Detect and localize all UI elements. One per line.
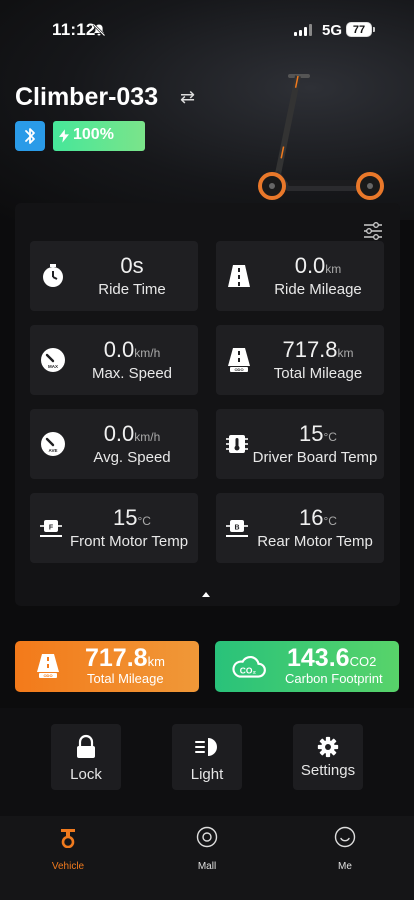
headlight-icon: [195, 738, 217, 756]
smiley-icon: [334, 826, 356, 848]
stat-card-avg-speed: AVE 0.0km/h Avg. Speed: [30, 409, 198, 479]
lightning-icon: [59, 129, 69, 143]
odometer-road-icon: ODO: [228, 348, 250, 372]
settings-button[interactable]: Settings: [293, 724, 363, 790]
stat-label: Total Mileage: [273, 365, 363, 382]
co2-cloud-icon: CO₂: [232, 655, 266, 678]
stat-card-ride-mileage: 0.0km Ride Mileage: [216, 241, 384, 311]
bell-muted-icon: [92, 23, 106, 37]
svg-text:F: F: [49, 525, 54, 532]
bluetooth-icon: [25, 128, 35, 144]
stat-value: 15°C: [113, 505, 151, 530]
light-button[interactable]: Light: [172, 724, 242, 790]
tab-vehicle[interactable]: Vehicle: [28, 826, 108, 872]
tab-mall[interactable]: Mall: [167, 826, 247, 872]
lock-button[interactable]: Lock: [51, 724, 121, 790]
settings-label: Settings: [300, 762, 356, 779]
stat-label: Max. Speed: [91, 365, 173, 382]
road-icon: [228, 265, 250, 287]
stat-card-ride-time: 0s Ride Time: [30, 241, 198, 311]
scooter-image: [258, 74, 384, 200]
tab-label: Me: [338, 861, 352, 872]
adjust-sliders-icon[interactable]: [363, 222, 383, 240]
bluetooth-badge[interactable]: [15, 121, 45, 151]
scooter-tab-icon: [61, 829, 75, 849]
max-speed-gauge-icon: MAX: [41, 348, 65, 372]
stat-card-driver-board-temp: 15°C Driver Board Temp: [216, 409, 384, 479]
stat-label: Avg. Speed: [93, 449, 171, 466]
status-time: 11:12: [52, 20, 96, 39]
stat-label: Rear Motor Temp: [257, 533, 373, 550]
network-type: 5G: [322, 22, 343, 39]
carbon-footprint-summary[interactable]: CO₂ 143.6CO2 Carbon Footprint: [215, 641, 399, 692]
stat-card-front-motor-temp: F 15°C Front Motor Temp: [30, 493, 198, 563]
summary-value: 717.8km: [85, 644, 165, 672]
collapse-caret-icon[interactable]: [202, 592, 210, 597]
stat-value: 16°C: [299, 505, 337, 530]
vehicle-name[interactable]: Climber-033: [15, 83, 158, 112]
stat-value: 0s: [120, 253, 144, 278]
battery-percent: 100%: [73, 126, 114, 143]
stat-label: Ride Time: [98, 281, 166, 298]
avg-speed-gauge-icon: AVE: [41, 432, 65, 456]
odometer-road-icon: ODO: [37, 654, 59, 678]
battery-level-badge: 100%: [53, 121, 145, 151]
lock-label: Lock: [70, 766, 102, 783]
lock-icon: [77, 734, 95, 758]
stopwatch-icon: [43, 264, 63, 287]
stat-value: 0.0km: [294, 253, 342, 278]
stat-label: Front Motor Temp: [69, 533, 189, 550]
svg-text:ODO: ODO: [234, 367, 243, 372]
tab-label: Vehicle: [51, 861, 85, 872]
summary-label: Carbon Footprint: [285, 671, 383, 686]
cellular-signal-icon: [294, 24, 314, 36]
stat-card-max-speed: MAX 0.0km/h Max. Speed: [30, 325, 198, 395]
stat-card-total-mileage: ODO 717.8km Total Mileage: [216, 325, 384, 395]
total-mileage-summary[interactable]: ODO 717.8km Total Mileage: [15, 641, 199, 692]
stat-label: Driver Board Temp: [252, 449, 378, 466]
stat-value: 717.8km: [282, 337, 354, 362]
svg-text:B: B: [234, 525, 239, 532]
tab-label: Mall: [197, 861, 217, 872]
gear-icon: [317, 736, 339, 758]
battery-indicator: 77: [346, 22, 372, 37]
svg-text:MAX: MAX: [48, 364, 58, 369]
stat-label: Ride Mileage: [274, 281, 362, 298]
stat-card-rear-motor-temp: B 16°C Rear Motor Temp: [216, 493, 384, 563]
svg-text:ODO: ODO: [43, 673, 52, 678]
summary-value: 143.6CO2: [287, 644, 377, 672]
stat-value: 0.0km/h: [103, 421, 161, 446]
svg-text:AVE: AVE: [49, 448, 58, 453]
battery-tip: [373, 27, 375, 32]
mall-icon: [196, 826, 218, 848]
switch-vehicle-icon[interactable]: ⇄: [180, 87, 195, 108]
summary-label: Total Mileage: [87, 671, 164, 686]
svg-text:CO₂: CO₂: [240, 665, 257, 675]
tab-me[interactable]: Me: [305, 826, 385, 872]
light-label: Light: [190, 766, 224, 783]
stat-value: 15°C: [299, 421, 337, 446]
stat-value: 0.0km/h: [103, 337, 161, 362]
